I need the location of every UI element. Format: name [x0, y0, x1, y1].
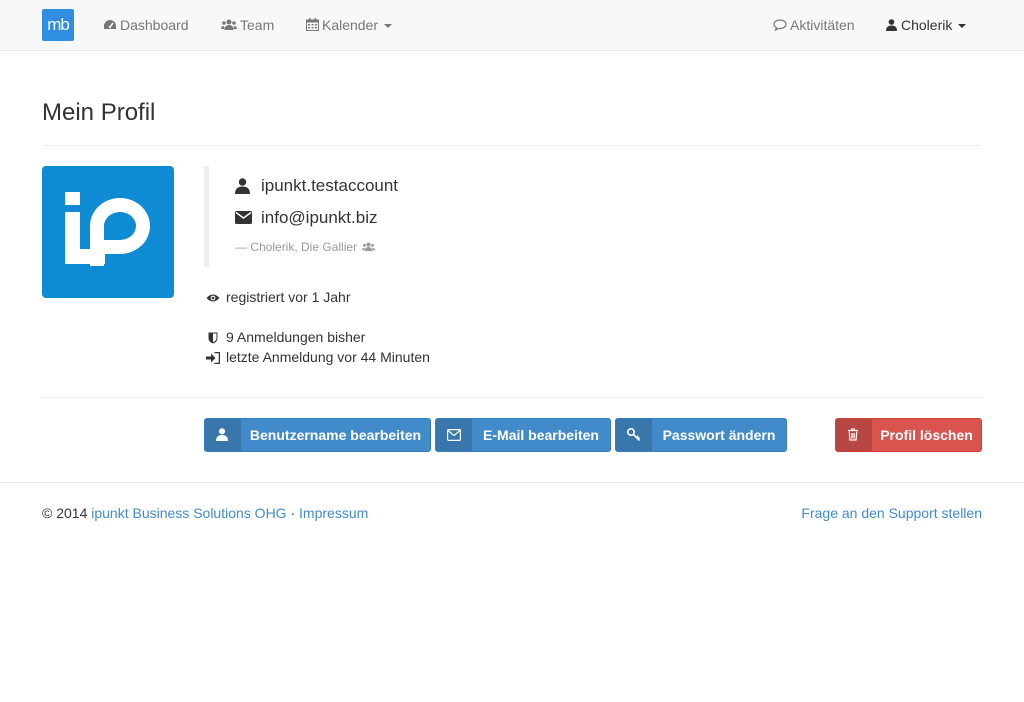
delete-profile-button[interactable]: Profil löschen	[835, 418, 982, 452]
envelope-icon	[235, 211, 252, 224]
users-icon	[362, 242, 376, 252]
logins-text: 9 Anmeldungen bisher	[226, 329, 366, 345]
eye-icon	[206, 294, 220, 302]
comment-icon	[773, 19, 787, 32]
nav-user-menu[interactable]: Cholerik	[886, 0, 967, 50]
username-text: ipunkt.testaccount	[261, 176, 399, 195]
nav-calendar-label: Kalender	[322, 17, 379, 33]
footer-separator: ·	[290, 505, 296, 521]
user-icon	[216, 428, 228, 441]
nav-dashboard-label: Dashboard	[120, 17, 189, 33]
brand-logo[interactable]: mb	[42, 9, 74, 41]
last-login-text: letzte Anmeldung vor 44 Minuten	[226, 349, 430, 365]
shield-icon	[208, 332, 218, 344]
change-password-button[interactable]: Passwort ändern	[615, 418, 787, 452]
group-text: — Cholerik, Die Gallier	[235, 240, 358, 254]
footer-divider	[0, 482, 1024, 483]
edit-username-button[interactable]: Benutzername bearbeiten	[204, 418, 431, 452]
nav-calendar[interactable]: Kalender	[306, 0, 393, 50]
change-password-label: Passwort ändern	[662, 427, 776, 443]
button-icon-area	[616, 419, 652, 451]
key-icon	[627, 428, 641, 442]
envelope-icon	[447, 429, 461, 441]
dashboard-icon	[104, 20, 116, 29]
divider	[42, 397, 982, 398]
button-icon-area	[836, 419, 872, 451]
sign-in-icon	[206, 352, 220, 364]
nav-team[interactable]: Team	[221, 0, 274, 50]
nav-user-label: Cholerik	[901, 17, 953, 33]
divider	[42, 145, 982, 146]
button-icon-area	[436, 419, 472, 451]
edit-email-button[interactable]: E-Mail bearbeiten	[435, 418, 611, 452]
top-navbar: mb Dashboard Team Kalender Aktivitäten C…	[0, 0, 1024, 51]
profile-blockquote: ipunkt.testaccount info@ipunkt.biz — Cho…	[204, 166, 504, 267]
nav-activities-label: Aktivitäten	[790, 17, 855, 33]
page-title: Mein Profil	[42, 99, 156, 126]
edit-email-label: E-Mail bearbeiten	[483, 427, 599, 443]
nav-dashboard[interactable]: Dashboard	[103, 0, 189, 50]
avatar	[42, 166, 174, 298]
chevron-down-icon	[384, 24, 393, 29]
blockquote-footer: — Cholerik, Die Gallier	[235, 240, 376, 254]
users-icon	[221, 19, 237, 30]
trash-icon	[848, 428, 858, 441]
footer-left: © 2014 ipunkt Business Solutions OHG · I…	[42, 505, 368, 521]
copyright-text: © 2014	[42, 505, 88, 521]
nav-team-label: Team	[240, 17, 275, 33]
calendar-icon	[306, 18, 319, 31]
delete-profile-label: Profil löschen	[880, 427, 973, 443]
button-icon-area	[205, 419, 241, 451]
imprint-link[interactable]: Impressum	[299, 505, 368, 521]
user-icon	[886, 19, 897, 31]
user-icon	[235, 178, 250, 194]
email-text: info@ipunkt.biz	[261, 208, 378, 227]
chevron-down-icon	[958, 24, 967, 29]
edit-username-label: Benutzername bearbeiten	[249, 427, 422, 443]
registered-text: registriert vor 1 Jahr	[226, 289, 351, 305]
company-link[interactable]: ipunkt Business Solutions OHG	[91, 505, 286, 521]
support-link[interactable]: Frage an den Support stellen	[801, 505, 982, 521]
nav-activities[interactable]: Aktivitäten	[773, 0, 855, 50]
avatar-logo	[65, 192, 150, 266]
